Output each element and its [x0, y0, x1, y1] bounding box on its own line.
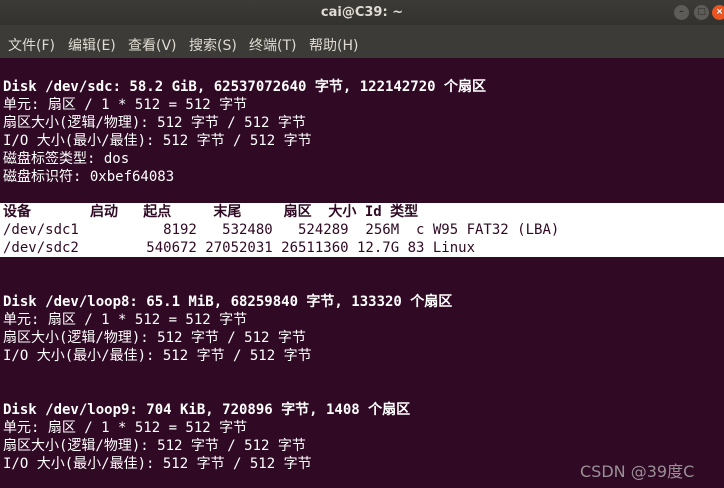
disk-loop8-units: 单元: 扇区 / 1 * 512 = 512 字节	[3, 312, 248, 328]
close-button[interactable]: ×	[712, 5, 724, 20]
csdn-watermark: CSDN @39度C	[580, 462, 695, 481]
disk-loop8-summary: Disk /dev/loop8: 65.1 MiB, 68259840 字节, …	[3, 294, 453, 310]
disk-sdc-io-size: I/O 大小(最小/最佳): 512 字节 / 512 字节	[3, 133, 312, 149]
disk-sdc-identifier: 磁盘标识符: 0xbef64083	[3, 169, 175, 185]
menu-bar: 文件(F) 编辑(E) 查看(V) 搜索(S) 终端(T) 帮助(H)	[0, 25, 724, 58]
menu-terminal[interactable]: 终端(T)	[249, 35, 296, 55]
terminal-output[interactable]: Disk /dev/sdc: 58.2 GiB, 62537072640 字节,…	[0, 58, 724, 488]
menu-view[interactable]: 查看(V)	[128, 35, 177, 55]
menu-help[interactable]: 帮助(H)	[309, 35, 358, 55]
menu-search[interactable]: 搜索(S)	[189, 35, 237, 55]
disk-sdc-units: 单元: 扇区 / 1 * 512 = 512 字节	[3, 97, 248, 113]
disk-sdc-label-type: 磁盘标签类型: dos	[3, 151, 130, 167]
disk-sdc-sector-size: 扇区大小(逻辑/物理): 512 字节 / 512 字节	[3, 115, 306, 131]
partition-table-header: 设备 启动 起点 末尾 扇区 大小 Id 类型	[3, 204, 419, 220]
disk-loop8-sector-size: 扇区大小(逻辑/物理): 512 字节 / 512 字节	[3, 330, 306, 346]
disk-sdc-summary: Disk /dev/sdc: 58.2 GiB, 62537072640 字节,…	[3, 79, 487, 95]
menu-edit[interactable]: 编辑(E)	[68, 35, 116, 55]
selection-highlight: 设备 启动 起点 末尾 扇区 大小 Id 类型 /dev/sdc1 8192 5…	[0, 203, 724, 257]
partition-row-sdc2: /dev/sdc2 540672 27052031 26511360 12.7G…	[3, 240, 476, 256]
disk-loop9-io-size: I/O 大小(最小/最佳): 512 字节 / 512 字节	[3, 456, 312, 472]
menu-file[interactable]: 文件(F)	[8, 35, 55, 55]
window-title: cai@C39: ~	[320, 5, 404, 20]
maximize-button[interactable]: □	[694, 5, 709, 20]
minimize-button[interactable]: –	[674, 5, 689, 20]
disk-loop9-units: 单元: 扇区 / 1 * 512 = 512 字节	[3, 420, 248, 436]
disk-loop9-sector-size: 扇区大小(逻辑/物理): 512 字节 / 512 字节	[3, 438, 306, 454]
disk-loop9-summary: Disk /dev/loop9: 704 KiB, 720896 字节, 140…	[3, 402, 411, 418]
terminal-window: cai@C39: ~ – □ × 文件(F) 编辑(E) 查看(V) 搜索(S)…	[0, 0, 724, 488]
title-bar[interactable]: cai@C39: ~ – □ ×	[0, 0, 724, 25]
partition-row-sdc1: /dev/sdc1 8192 532480 524289 256M c W95 …	[3, 222, 560, 238]
disk-loop8-io-size: I/O 大小(最小/最佳): 512 字节 / 512 字节	[3, 348, 312, 364]
